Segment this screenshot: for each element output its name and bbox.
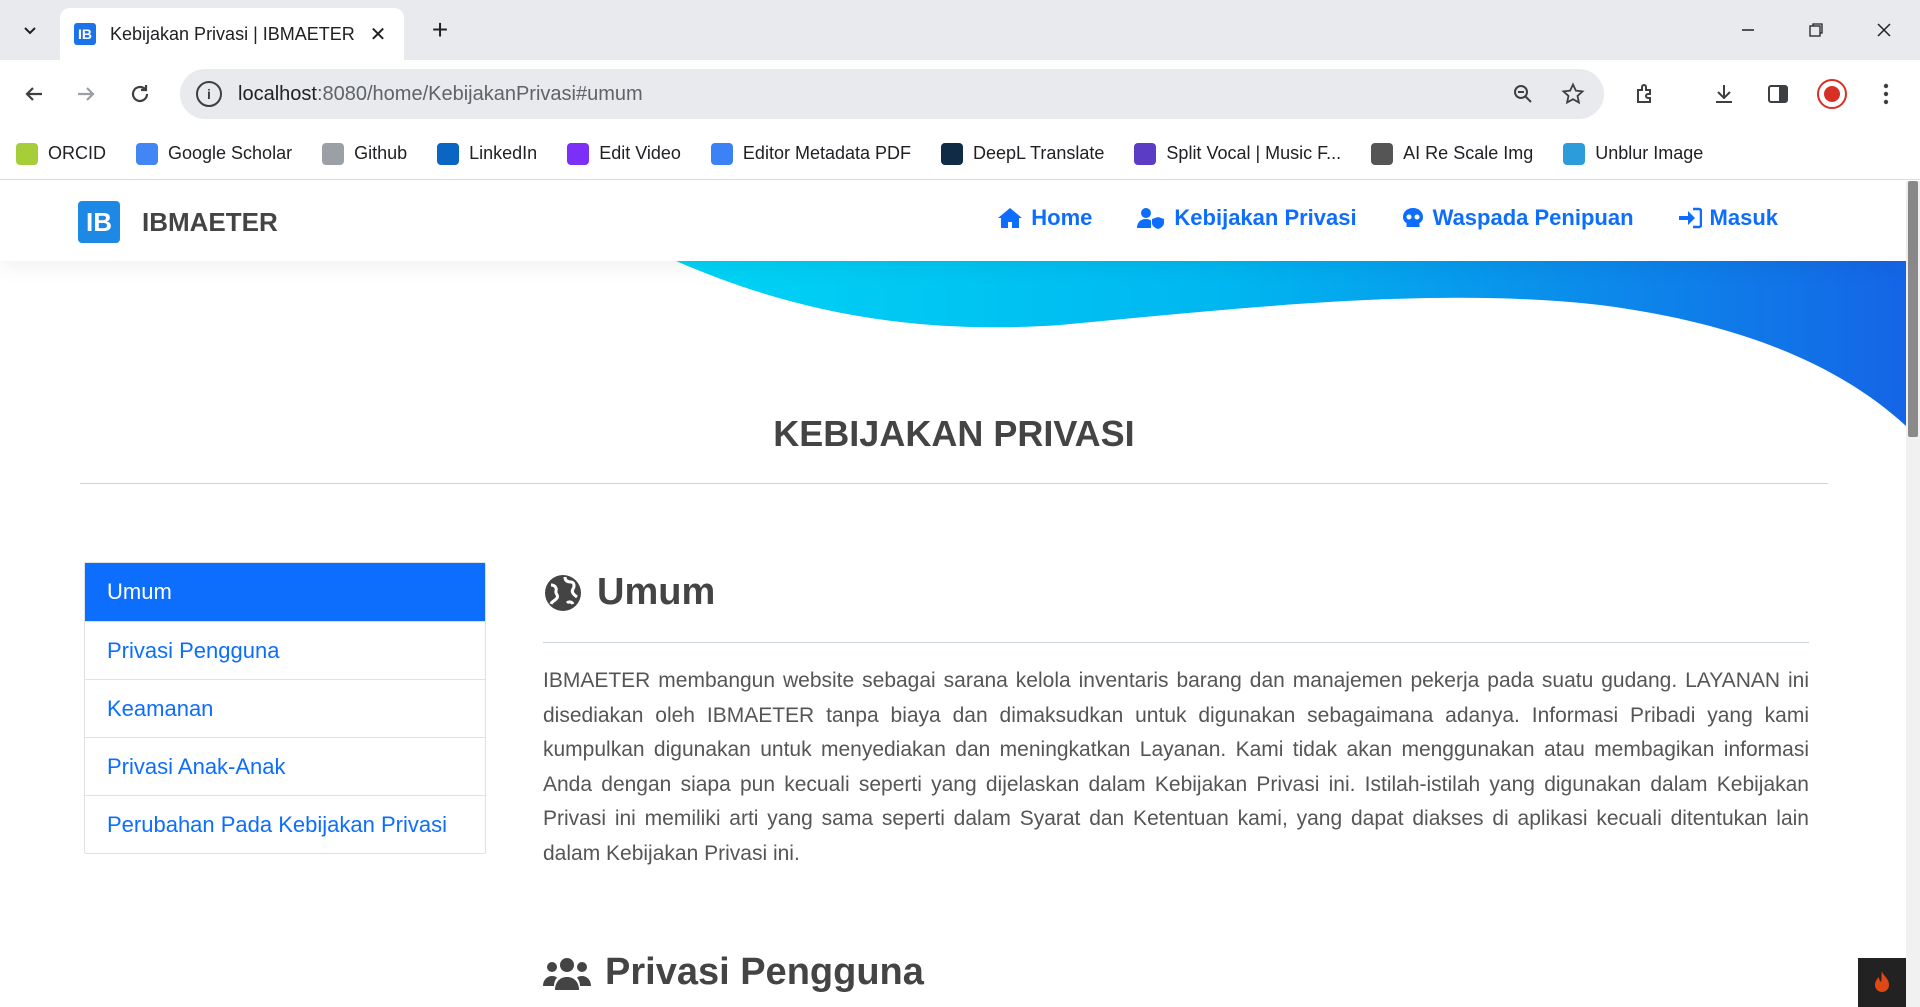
profile-avatar[interactable] — [1814, 76, 1850, 112]
bookmark-label: Unblur Image — [1595, 143, 1704, 163]
bookmark-item[interactable]: LinkedIn — [437, 142, 538, 165]
deepl-icon — [941, 142, 963, 165]
site-info-icon[interactable]: i — [196, 81, 222, 107]
bookmark-label: Editor Metadata PDF — [742, 143, 911, 163]
section-umum-heading: Umum — [543, 571, 715, 614]
minimize-window-button[interactable] — [1728, 10, 1768, 50]
google-scholar-icon — [136, 142, 158, 165]
split-vocal-icon — [1134, 142, 1157, 165]
bookmark-label: Google Scholar — [168, 143, 293, 163]
sidebar-item-perubahan[interactable]: Perubahan Pada Kebijakan Privasi — [85, 795, 485, 853]
title-divider — [80, 483, 1828, 484]
bookmark-label: ORCID — [48, 143, 106, 163]
close-window-button[interactable] — [1864, 10, 1904, 50]
back-arrow-icon[interactable] — [16, 76, 52, 112]
sidebar-item-umum[interactable]: Umum — [85, 563, 485, 621]
close-tab-icon[interactable]: ✕ — [366, 22, 390, 46]
bookmark-label: LinkedIn — [469, 143, 538, 163]
bookmark-item[interactable]: AI Re Scale Img — [1371, 142, 1534, 165]
nav-waspada-label: Waspada Penipuan — [1432, 205, 1634, 230]
debug-toolbar-fire-icon[interactable] — [1858, 958, 1906, 1007]
user-shield-icon — [1137, 208, 1165, 229]
page-title: KEBIJAKAN PRIVASI — [773, 413, 1135, 454]
browser-toolbar: i localhost:8080/home/KebijakanPrivasi#u… — [0, 60, 1920, 128]
bookmark-item[interactable]: Split Vocal | Music F... — [1134, 142, 1342, 165]
bookmark-label: Split Vocal | Music F... — [1166, 143, 1342, 163]
section-privasi-pengguna-heading: Privasi Pengguna — [543, 951, 924, 994]
sign-in-icon — [1678, 207, 1702, 229]
bookmarks-bar: ORCID Google Scholar Github LinkedIn Edit Vi… — [0, 128, 1920, 180]
site-navbar: IB IBMAETER Home Kebijakan Privasi Waspa… — [0, 181, 1906, 261]
section-divider — [543, 642, 1809, 643]
edit-video-icon — [567, 142, 590, 165]
bookmark-label: DeepL Translate — [973, 143, 1105, 163]
nav-kebijakan-label: Kebijakan Privasi — [1174, 205, 1357, 230]
sidebar-item-keamanan[interactable]: Keamanan — [85, 679, 485, 737]
bookmark-item[interactable]: Edit Video — [567, 142, 681, 165]
new-tab-button[interactable]: + — [424, 14, 456, 46]
browser-tabstrip: IB Kebijakan Privasi | IBMAETER ✕ + — [0, 0, 1920, 60]
editor-metadata-icon — [710, 142, 733, 165]
bookmark-label: AI Re Scale Img — [1403, 143, 1534, 163]
bookmark-item[interactable]: Google Scholar — [136, 142, 293, 165]
downloads-icon[interactable] — [1706, 76, 1742, 112]
address-bar[interactable]: i localhost:8080/home/KebijakanPrivasi#u… — [180, 69, 1604, 119]
sidebar-item-privasi-anak[interactable]: Privasi Anak-Anak — [85, 737, 485, 795]
url-host: localhost — [238, 82, 317, 105]
side-panel-icon[interactable] — [1760, 76, 1796, 112]
sidebar-nav: Umum Privasi Pengguna Keamanan Privasi A… — [84, 562, 486, 854]
nav-home[interactable]: Home — [997, 205, 1092, 231]
tab-title: Kebijakan Privasi | IBMAETER — [110, 23, 355, 44]
ai-rescale-icon — [1371, 142, 1394, 165]
zoom-icon[interactable] — [1508, 79, 1538, 109]
address-url[interactable]: localhost:8080/home/KebijakanPrivasi#umu… — [238, 83, 1488, 106]
tab-search-dropdown[interactable] — [14, 14, 46, 46]
bookmark-star-icon[interactable] — [1558, 79, 1588, 109]
bookmark-label: Edit Video — [599, 143, 681, 163]
browser-menu-icon[interactable] — [1868, 76, 1904, 112]
forward-arrow-icon[interactable] — [68, 76, 104, 112]
reload-icon[interactable] — [122, 76, 158, 112]
brand-name: IBMAETER — [142, 206, 278, 237]
browser-tab-active[interactable]: IB Kebijakan Privasi | IBMAETER ✕ — [60, 8, 404, 60]
nav-links: Home Kebijakan Privasi Waspada Penipuan … — [953, 205, 1778, 231]
nav-waspada-penipuan[interactable]: Waspada Penipuan — [1401, 205, 1634, 231]
header-wave-decoration — [676, 261, 1906, 426]
bookmark-item[interactable]: Editor Metadata PDF — [710, 142, 911, 165]
bookmark-item[interactable]: ORCID — [16, 142, 106, 165]
nav-masuk[interactable]: Masuk — [1678, 205, 1778, 231]
bookmark-label: Github — [354, 143, 408, 163]
skull-icon — [1402, 208, 1423, 227]
page-viewport: IB IBMAETER Home Kebijakan Privasi Waspa… — [0, 181, 1920, 1007]
globe-icon — [545, 574, 581, 611]
bookmark-item[interactable]: Github — [322, 142, 408, 165]
brand-logo: IB — [78, 201, 120, 243]
linkedin-icon — [437, 142, 460, 165]
tab-favicon-icon: IB — [74, 23, 96, 45]
orcid-icon — [16, 142, 38, 165]
url-path: :8080/home/KebijakanPrivasi#umum — [316, 82, 643, 105]
page-scrollbar[interactable] — [1906, 181, 1920, 1007]
section-umum-body: IBMAETER membangun website sebagai saran… — [543, 669, 1809, 865]
section-umum-title: Umum — [597, 571, 716, 613]
users-icon — [543, 957, 591, 990]
section-privasi-pengguna-title: Privasi Pengguna — [605, 951, 924, 993]
extensions-icon[interactable] — [1628, 76, 1664, 112]
unblur-icon — [1563, 142, 1586, 165]
bookmark-item[interactable]: Unblur Image — [1563, 142, 1704, 165]
brand[interactable]: IB IBMAETER — [78, 201, 278, 243]
nav-home-label: Home — [1031, 205, 1093, 230]
nav-masuk-label: Masuk — [1709, 205, 1778, 230]
restore-window-button[interactable] — [1796, 10, 1836, 50]
scrollbar-thumb[interactable] — [1908, 181, 1918, 437]
sidebar-item-privasi-pengguna[interactable]: Privasi Pengguna — [85, 621, 485, 679]
bookmark-item[interactable]: DeepL Translate — [941, 142, 1105, 165]
home-icon — [998, 208, 1023, 228]
github-icon — [322, 142, 345, 165]
nav-kebijakan-privasi[interactable]: Kebijakan Privasi — [1136, 205, 1357, 231]
